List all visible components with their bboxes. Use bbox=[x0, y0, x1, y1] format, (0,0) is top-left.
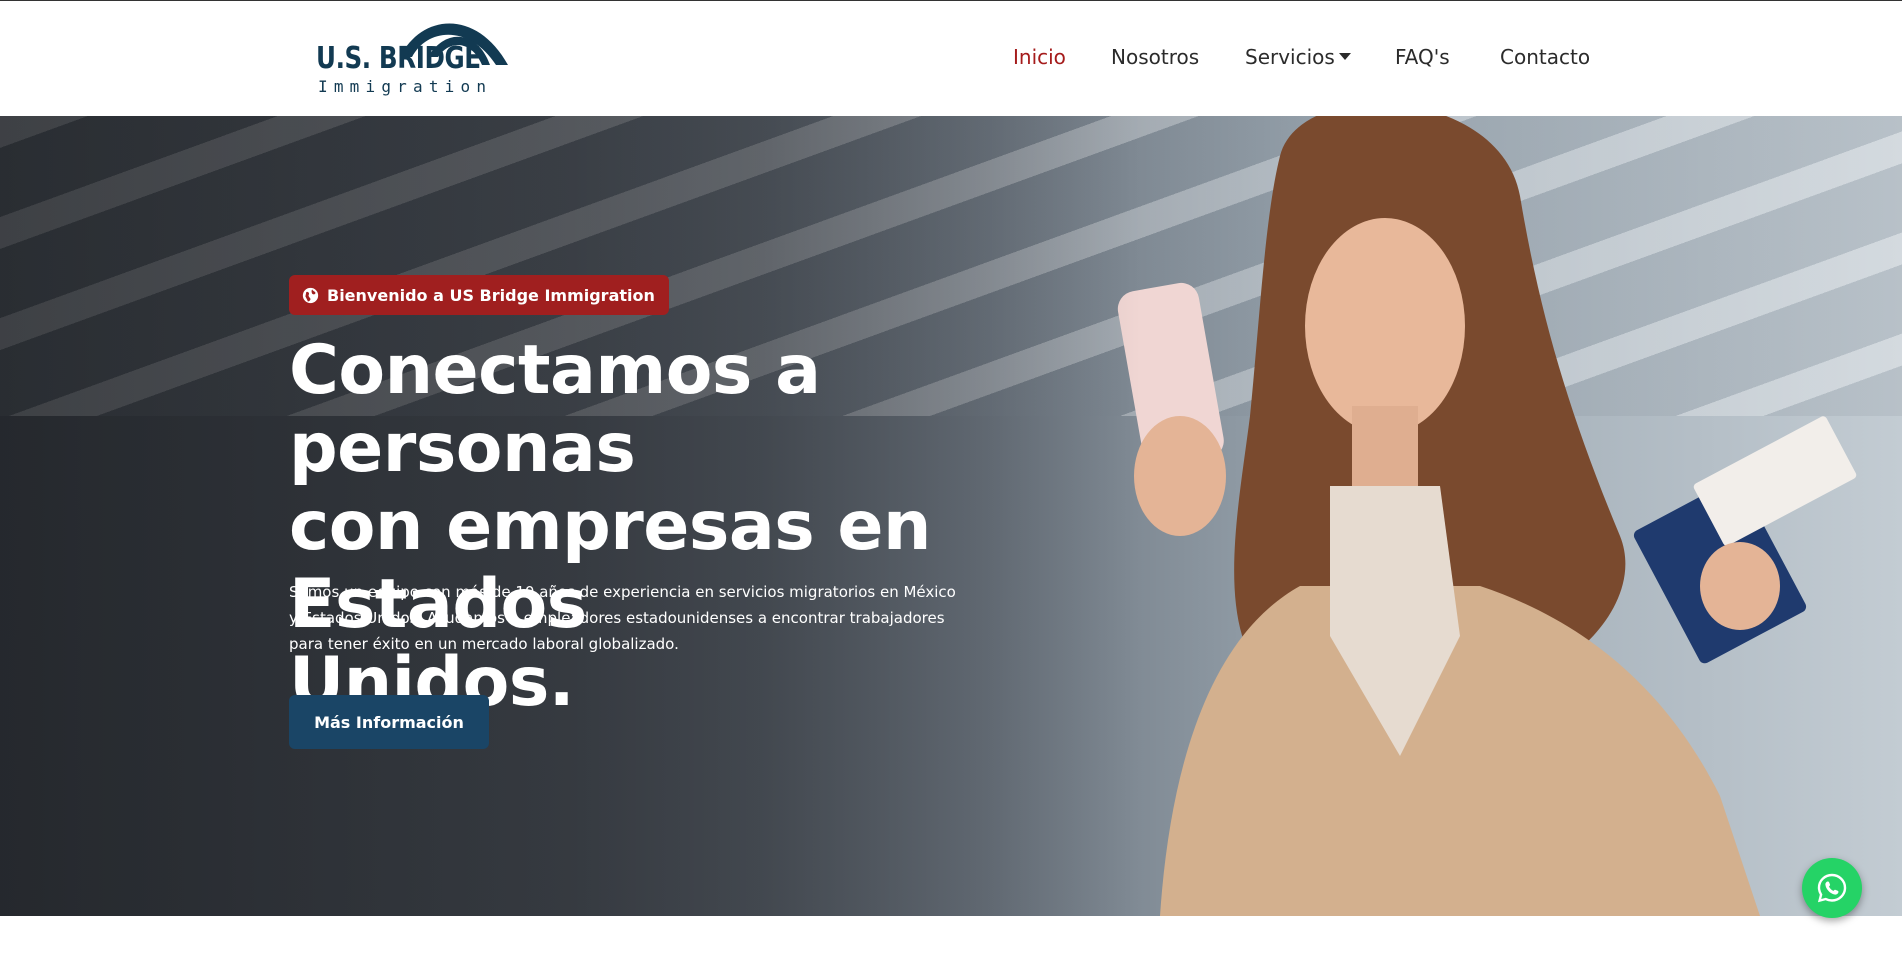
hero-title-line: Conectamos a personas bbox=[289, 331, 821, 488]
nav-item-nosotros[interactable]: Nosotros bbox=[1111, 45, 1199, 69]
more-info-button[interactable]: Más Información bbox=[289, 695, 489, 749]
logo-subtitle: Immigration bbox=[318, 77, 493, 96]
welcome-badge-label: Bienvenido a US Bridge Immigration bbox=[327, 285, 655, 305]
hero-description-line: Somos un equipo con más de 10 años de ex… bbox=[289, 583, 956, 601]
hero-description: Somos un equipo con más de 10 años de ex… bbox=[289, 579, 959, 657]
hero-description-line: y Estados Unidos. Ayudamos a empleadores… bbox=[289, 609, 945, 627]
caret-down-icon bbox=[1338, 53, 1351, 60]
whatsapp-button[interactable] bbox=[1802, 858, 1862, 918]
nav-item-servicios-label: Servicios bbox=[1245, 45, 1335, 69]
welcome-badge: Bienvenido a US Bridge Immigration bbox=[289, 275, 669, 315]
nav-item-contacto[interactable]: Contacto bbox=[1500, 45, 1590, 69]
hero-section: Bienvenido a US Bridge Immigration Conec… bbox=[0, 116, 1902, 916]
globe-icon bbox=[302, 287, 319, 303]
whatsapp-icon bbox=[1817, 873, 1847, 903]
hero-description-line: para tener éxito en un mercado laboral g… bbox=[289, 635, 679, 653]
main-nav: Inicio Nosotros Servicios FAQ's Contacto bbox=[0, 45, 1902, 75]
nav-item-inicio[interactable]: Inicio bbox=[1013, 45, 1066, 69]
hero-title: Conectamos a personas con empresas en Es… bbox=[289, 332, 1189, 722]
site-header: U.S. BRIDGE Immigration Inicio Nosotros … bbox=[0, 0, 1902, 116]
nav-item-faqs[interactable]: FAQ's bbox=[1395, 45, 1450, 69]
nav-item-servicios[interactable]: Servicios bbox=[1245, 45, 1351, 69]
